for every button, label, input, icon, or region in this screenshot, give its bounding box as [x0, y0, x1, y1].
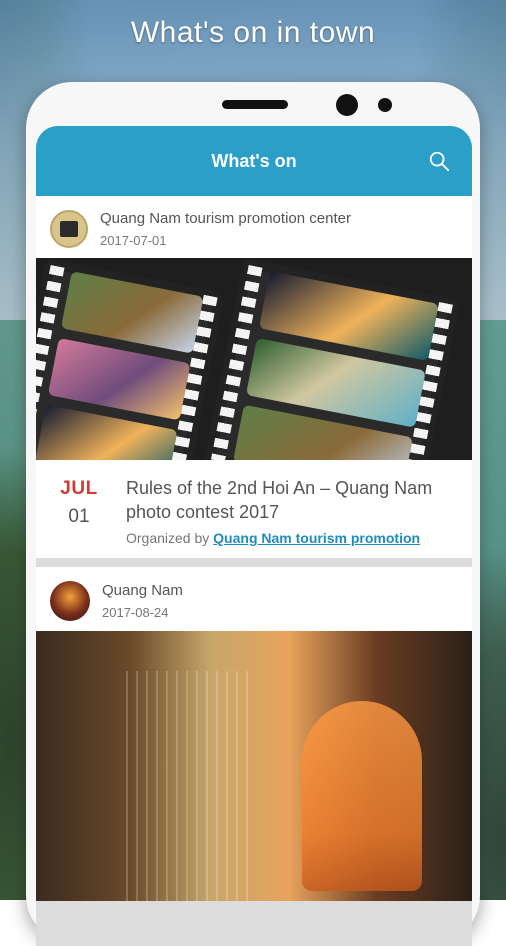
organizer-link[interactable]: Quang Nam tourism promotion [213, 530, 420, 546]
post-date: 2017-07-01 [100, 233, 167, 248]
film-frames-right [232, 271, 439, 460]
poster-meta: Quang Nam tourism promotion center 2017-… [100, 210, 351, 248]
event-organizer: Organized by Quang Nam tourism promotion [126, 530, 458, 546]
event-text: Rules of the 2nd Hoi An – Quang Nam phot… [126, 476, 458, 546]
feed-list: Quang Nam tourism promotion center 2017-… [36, 196, 472, 946]
poster-name[interactable]: Quang Nam [102, 582, 183, 599]
phone-frame: What's on Quang Nam tourism promotion ce… [26, 82, 480, 946]
promo-headline: What's on in town [130, 16, 376, 49]
event-banner-image[interactable] [36, 258, 472, 460]
card-header: Quang Nam 2017-08-24 [36, 567, 472, 631]
film-frame [47, 337, 191, 421]
phone-sensor [378, 98, 392, 112]
phone-camera [336, 94, 358, 116]
post-photo[interactable] [36, 631, 472, 901]
post-date: 2017-08-24 [102, 605, 169, 620]
event-date: JUL 01 [50, 476, 108, 546]
film-strip-left [36, 258, 225, 460]
app-screen: What's on Quang Nam tourism promotion ce… [36, 126, 472, 946]
card-header: Quang Nam tourism promotion center 2017-… [36, 196, 472, 258]
poster-meta: Quang Nam 2017-08-24 [102, 582, 183, 620]
organized-by-label: Organized by [126, 530, 210, 546]
feed-card-1[interactable]: Quang Nam tourism promotion center 2017-… [36, 196, 472, 558]
event-summary[interactable]: JUL 01 Rules of the 2nd Hoi An – Quang N… [36, 460, 472, 558]
event-title[interactable]: Rules of the 2nd Hoi An – Quang Nam phot… [126, 476, 458, 524]
film-strip-right [203, 258, 460, 460]
app-bar: What's on [36, 126, 472, 196]
poster-name[interactable]: Quang Nam tourism promotion center [100, 210, 351, 227]
phone-speaker [222, 100, 288, 109]
film-frame [60, 271, 204, 354]
event-day: 01 [68, 506, 90, 527]
feed-card-2[interactable]: Quang Nam 2017-08-24 [36, 567, 472, 901]
app-title: What's on [211, 150, 297, 171]
search-icon[interactable] [428, 150, 450, 172]
avatar[interactable] [50, 581, 90, 621]
event-month: JUL [60, 478, 98, 499]
avatar[interactable] [50, 210, 88, 248]
